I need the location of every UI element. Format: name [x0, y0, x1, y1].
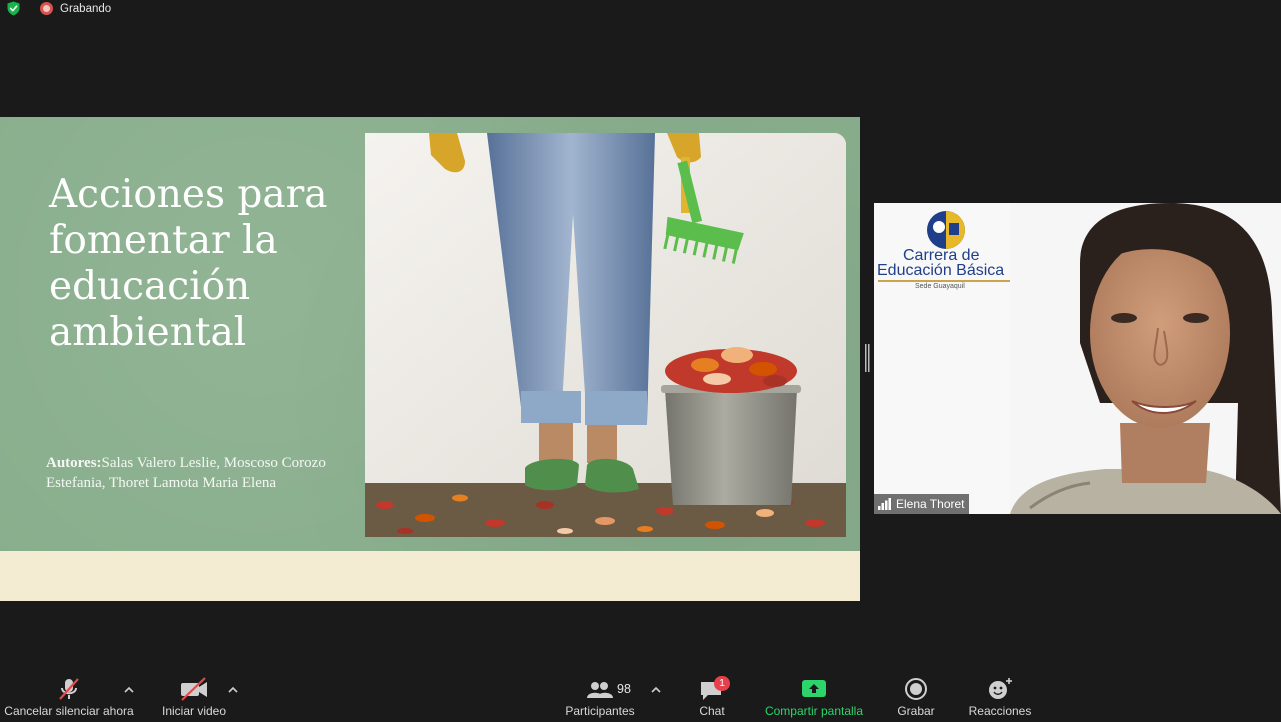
unmute-label: Cancelar silenciar ahora	[4, 704, 134, 718]
gardener-illustration	[365, 133, 846, 537]
start-video-button[interactable]: Iniciar video	[156, 672, 232, 718]
logo-text-line3: Sede Guayaquil	[915, 283, 965, 290]
participant-name: Elena Thoret	[896, 497, 965, 511]
participants-icon-wrap: 98	[562, 672, 638, 706]
record-button[interactable]: Grabar	[892, 672, 940, 718]
slide-authors: Autores:Salas Valero Leslie, Moscoso Cor…	[46, 454, 336, 493]
university-emblem-icon	[927, 211, 965, 249]
chat-unread-badge: 1	[714, 676, 730, 691]
smiley-plus-icon	[989, 678, 1012, 699]
reactions-icon-wrap	[987, 672, 1013, 706]
authors-label: Autores:	[46, 455, 102, 471]
share-screen-icon	[802, 680, 826, 697]
video-icon-wrap	[179, 672, 209, 706]
resize-handle-icon[interactable]	[865, 344, 870, 372]
logo-text-line2: Educación Básica	[877, 262, 1005, 279]
meeting-toolbar: Cancelar silenciar ahora Iniciar video 9…	[0, 672, 1281, 722]
muted-mic-icon	[59, 678, 79, 700]
reactions-button[interactable]: Reacciones	[966, 672, 1034, 718]
chevron-up-icon[interactable]	[124, 686, 134, 694]
recording-dot-icon	[40, 2, 53, 15]
chat-label: Chat	[699, 704, 725, 718]
logo-rule	[878, 280, 1031, 282]
shared-screen-slide: Acciones para fomentar la educación ambi…	[0, 117, 860, 601]
chevron-up-icon[interactable]	[228, 686, 238, 694]
security-shield-icon[interactable]	[6, 1, 21, 16]
recording-indicator[interactable]: Grabando	[40, 2, 111, 15]
reactions-label: Reacciones	[968, 704, 1032, 718]
chat-icon-wrap: 1	[690, 672, 734, 706]
share-icon-wrap	[801, 672, 827, 706]
slide-photo-gardener	[365, 133, 846, 537]
participants-icon	[587, 682, 613, 698]
participant-video-person	[1010, 203, 1281, 514]
slide-title: Acciones para fomentar la educación ambi…	[49, 172, 328, 355]
signal-bars-icon	[878, 498, 891, 510]
start-video-label: Iniciar video	[161, 704, 227, 718]
share-screen-button[interactable]: Compartir pantalla	[760, 672, 868, 718]
unmute-icon-wrap	[56, 672, 82, 706]
chat-button[interactable]: 1 Chat	[690, 672, 734, 718]
record-icon-wrap	[904, 672, 928, 706]
record-icon	[905, 678, 927, 700]
recording-label: Grabando	[60, 2, 112, 15]
unmute-button[interactable]: Cancelar silenciar ahora	[4, 672, 134, 718]
meeting-status-bar: Grabando	[0, 0, 1281, 18]
participant-name-tag: Elena Thoret	[874, 494, 969, 514]
participants-button[interactable]: 98 Participantes	[562, 672, 638, 718]
video-off-icon	[181, 677, 207, 701]
record-label: Grabar	[897, 704, 935, 718]
participants-count: 98	[617, 682, 631, 696]
share-screen-label: Compartir pantalla	[764, 704, 864, 718]
chevron-up-icon[interactable]	[651, 686, 661, 694]
participants-label: Participantes	[565, 704, 635, 718]
